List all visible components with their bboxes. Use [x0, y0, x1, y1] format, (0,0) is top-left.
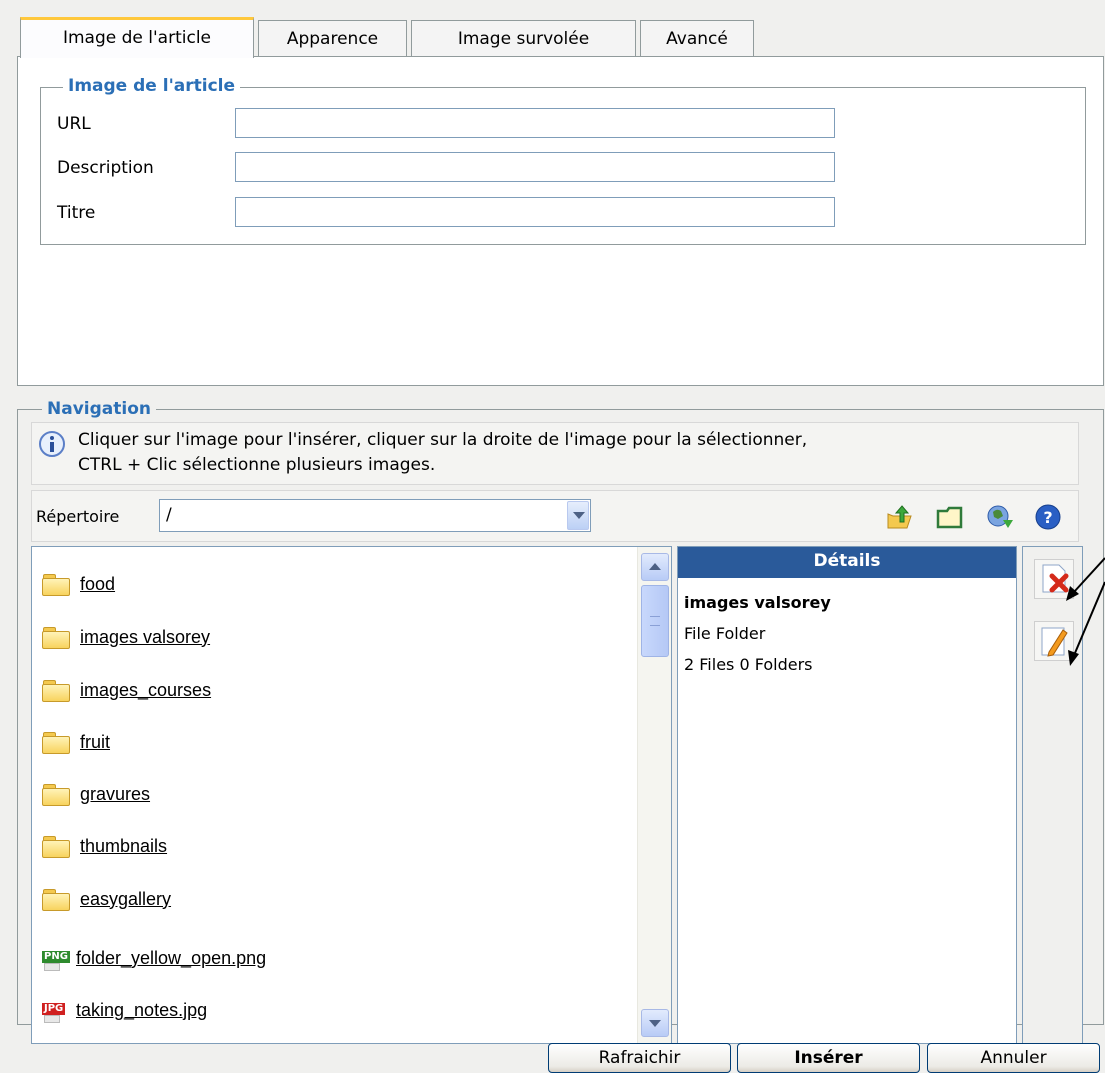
- scroll-thumb[interactable]: [641, 585, 669, 657]
- info-box: Cliquer sur l'image pour l'insérer, cliq…: [31, 422, 1079, 485]
- folder-row[interactable]: easygallery: [42, 884, 171, 914]
- details-header: Détails: [678, 547, 1016, 578]
- info-text: Cliquer sur l'image pour l'insérer, cliq…: [78, 428, 807, 478]
- folder-name[interactable]: images valsorey: [80, 627, 210, 648]
- details-summary: 2 Files 0 Folders: [684, 655, 813, 674]
- folder-name[interactable]: images_courses: [80, 680, 211, 701]
- image-fieldset: Image de l'article URL Description Titre: [40, 76, 1086, 245]
- directory-select[interactable]: /: [159, 499, 591, 532]
- help-button[interactable]: ?: [1028, 497, 1068, 537]
- details-panel: Détails images valsorey File Folder 2 Fi…: [677, 546, 1017, 1044]
- insert-button[interactable]: Insérer: [737, 1043, 920, 1073]
- cancel-button[interactable]: Annuler: [927, 1043, 1100, 1073]
- chevron-down-icon[interactable]: [567, 501, 589, 530]
- folder-up-icon: [887, 505, 912, 529]
- folder-row[interactable]: gravures: [42, 779, 150, 809]
- folder-name[interactable]: thumbnails: [80, 836, 167, 857]
- details-type: File Folder: [684, 624, 766, 643]
- file-list-scrollbar[interactable]: [637, 547, 671, 1043]
- refresh-button[interactable]: [980, 497, 1020, 537]
- tab-apparence[interactable]: Apparence: [258, 20, 407, 57]
- folder-row[interactable]: food: [42, 569, 115, 599]
- folder-icon: [42, 574, 70, 596]
- title-input[interactable]: [235, 197, 835, 227]
- new-folder-button[interactable]: [930, 497, 970, 537]
- directory-bar: Répertoire / ?: [31, 490, 1079, 542]
- folder-up-button[interactable]: [880, 497, 920, 537]
- refresh-list-button[interactable]: Rafraichir: [548, 1043, 731, 1073]
- png-file-icon: PNG: [42, 948, 72, 971]
- url-input[interactable]: [235, 108, 835, 138]
- folder-icon: [42, 836, 70, 858]
- info-icon: [39, 431, 65, 457]
- url-label: URL: [57, 114, 91, 134]
- annotation-arrows: [1066, 557, 1105, 666]
- info-line-2: CTRL + Clic sélectionne plusieurs images…: [78, 455, 436, 475]
- folder-name[interactable]: gravures: [80, 784, 150, 805]
- folder-row[interactable]: images_courses: [42, 675, 211, 705]
- file-row[interactable]: PNG folder_yellow_open.png: [42, 943, 266, 973]
- scroll-up-icon[interactable]: [641, 553, 669, 581]
- details-name: images valsorey: [684, 593, 831, 612]
- tab-panel: Image de l'article URL Description Titre: [17, 56, 1104, 386]
- folder-icon: [42, 680, 70, 702]
- description-label: Description: [57, 158, 154, 178]
- tab-avance[interactable]: Avancé: [640, 20, 754, 57]
- folder-name[interactable]: fruit: [80, 732, 110, 753]
- folder-icon: [42, 627, 70, 649]
- folder-name[interactable]: easygallery: [80, 889, 171, 910]
- folder-row[interactable]: thumbnails: [42, 831, 167, 861]
- new-folder-icon: [936, 506, 963, 529]
- info-line-1: Cliquer sur l'image pour l'insérer, cliq…: [78, 430, 808, 450]
- file-list[interactable]: food images valsorey images_courses frui…: [31, 546, 672, 1044]
- tab-image-de-larticle[interactable]: Image de l'article: [20, 17, 254, 58]
- title-label: Titre: [57, 203, 96, 223]
- file-name[interactable]: folder_yellow_open.png: [76, 948, 266, 969]
- svg-text:?: ?: [1043, 508, 1052, 527]
- file-name[interactable]: taking_notes.jpg: [76, 1000, 207, 1021]
- refresh-icon: [987, 505, 1013, 528]
- file-row[interactable]: JPG taking_notes.jpg: [42, 995, 207, 1025]
- folder-icon: [42, 889, 70, 911]
- tab-image-survolee[interactable]: Image survolée: [411, 20, 636, 57]
- folder-name[interactable]: food: [80, 574, 115, 595]
- directory-value: /: [166, 505, 172, 525]
- image-fieldset-legend: Image de l'article: [63, 76, 241, 96]
- navigation-legend: Navigation: [42, 399, 156, 419]
- directory-label: Répertoire: [36, 507, 120, 526]
- description-input[interactable]: [235, 152, 835, 182]
- folder-row[interactable]: fruit: [42, 727, 110, 757]
- jpg-file-icon: JPG: [42, 1000, 72, 1023]
- folder-icon: [42, 784, 70, 806]
- folder-icon: [42, 732, 70, 754]
- help-icon: ?: [1035, 504, 1061, 530]
- scroll-down-icon[interactable]: [641, 1009, 669, 1037]
- folder-row[interactable]: images valsorey: [42, 622, 210, 652]
